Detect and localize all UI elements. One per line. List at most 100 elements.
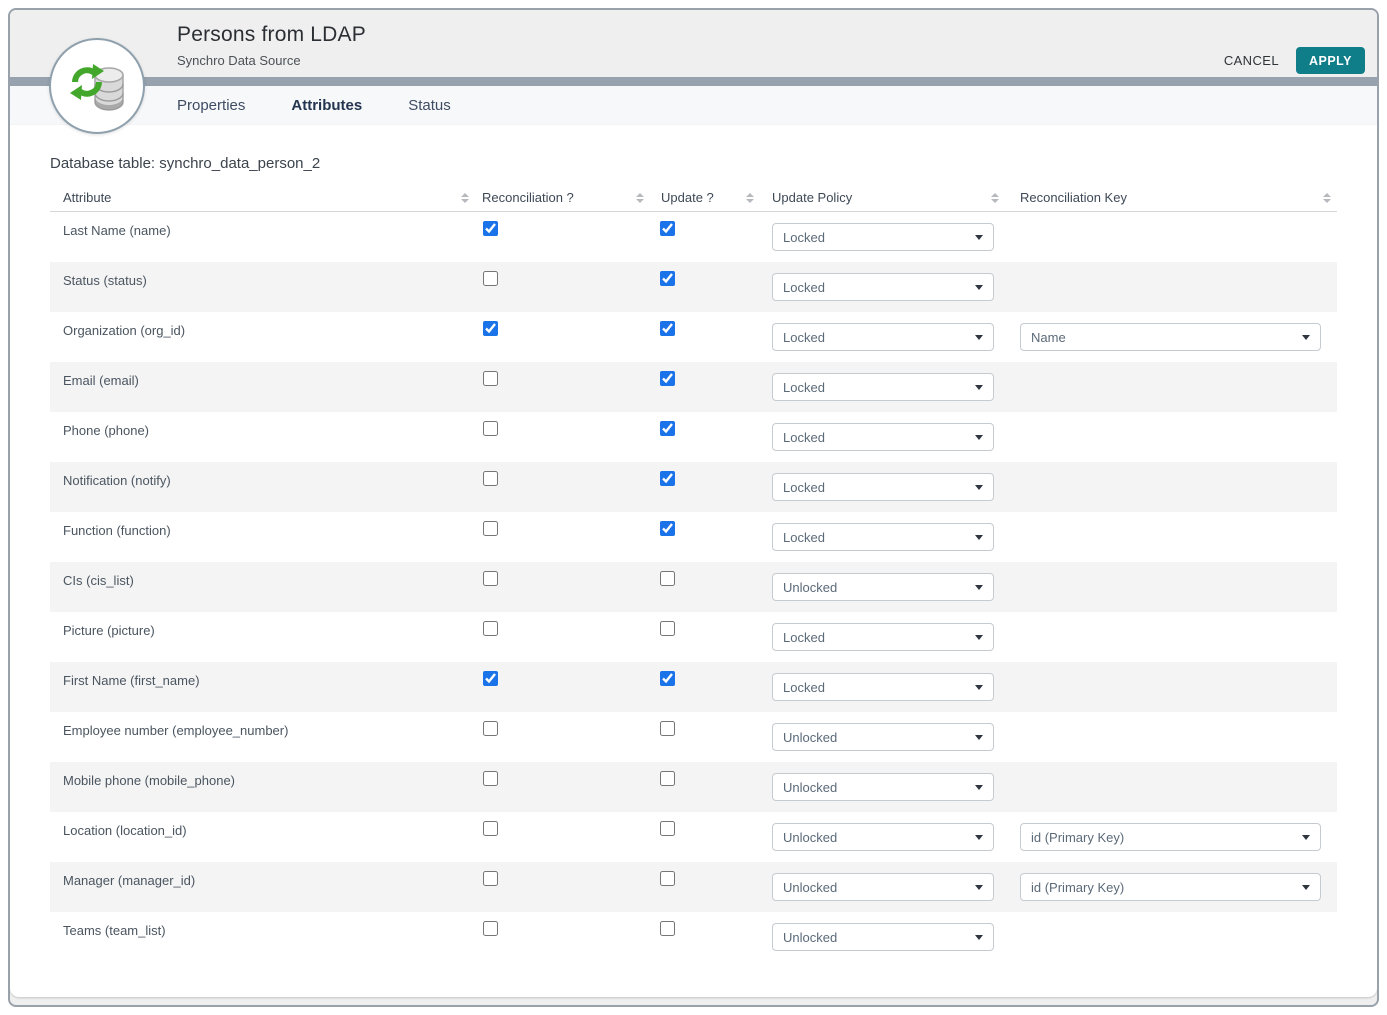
update-checkbox[interactable]	[660, 221, 675, 236]
object-header: Persons from LDAP Synchro Data Source CA…	[10, 10, 1377, 77]
reconciliation-checkbox[interactable]	[483, 671, 498, 686]
update-policy-select[interactable]: Unlocked	[772, 923, 994, 951]
update-checkbox[interactable]	[660, 321, 675, 336]
attribute-cell: Manager (manager_id)	[50, 878, 475, 896]
caret-down-icon	[975, 435, 983, 440]
update-checkbox[interactable]	[660, 821, 675, 836]
update-policy-value: Locked	[783, 380, 825, 395]
update-policy-select[interactable]: Locked	[772, 673, 994, 701]
reconciliation-key-select[interactable]: id (Primary Key)	[1020, 873, 1321, 901]
reconciliation-checkbox[interactable]	[483, 321, 498, 336]
update-policy-cell: Locked	[760, 523, 1005, 551]
update-checkbox[interactable]	[660, 371, 675, 386]
update-checkbox[interactable]	[660, 521, 675, 536]
column-header-attribute[interactable]: Attribute	[50, 184, 475, 211]
update-policy-select[interactable]: Unlocked	[772, 823, 994, 851]
attribute-label: Picture (picture)	[63, 623, 155, 638]
tab-bar: Properties Attributes Status	[10, 86, 1377, 125]
update-checkbox[interactable]	[660, 271, 675, 286]
sort-icon[interactable]	[1323, 193, 1331, 203]
reconciliation-checkbox[interactable]	[483, 271, 498, 286]
update-checkbox[interactable]	[660, 921, 675, 936]
attribute-label: Employee number (employee_number)	[63, 723, 288, 738]
update-checkbox[interactable]	[660, 871, 675, 886]
update-policy-value: Unlocked	[783, 930, 837, 945]
update-policy-value: Locked	[783, 230, 825, 245]
reconciliation-key-select[interactable]: Name	[1020, 323, 1321, 351]
caret-down-icon	[975, 935, 983, 940]
reconciliation-checkbox[interactable]	[483, 921, 498, 936]
column-header-reconciliation[interactable]: Reconciliation ?	[475, 184, 650, 211]
attribute-cell: CIs (cis_list)	[50, 578, 475, 596]
update-policy-select[interactable]: Locked	[772, 273, 994, 301]
tab-properties[interactable]: Properties	[177, 97, 245, 114]
reconciliation-checkbox[interactable]	[483, 371, 498, 386]
caret-down-icon	[1302, 885, 1310, 890]
reconciliation-checkbox[interactable]	[483, 621, 498, 636]
update-checkbox[interactable]	[660, 571, 675, 586]
update-checkbox[interactable]	[660, 621, 675, 636]
reconciliation-cell	[475, 427, 650, 447]
reconciliation-checkbox[interactable]	[483, 771, 498, 786]
update-checkbox[interactable]	[660, 671, 675, 686]
reconciliation-key-select[interactable]: id (Primary Key)	[1020, 823, 1321, 851]
update-policy-cell: Locked	[760, 423, 1005, 451]
reconciliation-checkbox[interactable]	[483, 821, 498, 836]
reconciliation-checkbox[interactable]	[483, 721, 498, 736]
update-checkbox[interactable]	[660, 721, 675, 736]
update-policy-cell: Locked	[760, 223, 1005, 251]
update-policy-select[interactable]: Locked	[772, 373, 994, 401]
update-policy-select[interactable]: Unlocked	[772, 723, 994, 751]
database-table-label: Database table: synchro_data_person_2	[50, 155, 1337, 172]
update-cell	[650, 277, 760, 297]
caret-down-icon	[975, 885, 983, 890]
attribute-cell: Picture (picture)	[50, 628, 475, 646]
tab-attributes[interactable]: Attributes	[291, 97, 362, 114]
apply-button[interactable]: APPLY	[1296, 47, 1365, 74]
sort-icon[interactable]	[461, 193, 469, 203]
update-checkbox[interactable]	[660, 471, 675, 486]
update-cell	[650, 877, 760, 897]
attribute-cell: Phone (phone)	[50, 428, 475, 446]
update-checkbox[interactable]	[660, 421, 675, 436]
update-policy-select[interactable]: Unlocked	[772, 573, 994, 601]
attribute-label: Manager (manager_id)	[63, 873, 195, 888]
update-checkbox[interactable]	[660, 771, 675, 786]
reconciliation-checkbox[interactable]	[483, 471, 498, 486]
reconciliation-checkbox[interactable]	[483, 521, 498, 536]
reconciliation-cell	[475, 677, 650, 697]
reconciliation-key-value: id (Primary Key)	[1031, 830, 1124, 845]
update-policy-select[interactable]: Locked	[772, 323, 994, 351]
column-header-update[interactable]: Update ?	[650, 184, 760, 211]
reconciliation-checkbox[interactable]	[483, 571, 498, 586]
update-policy-select[interactable]: Locked	[772, 473, 994, 501]
update-policy-cell: Locked	[760, 623, 1005, 651]
cancel-button[interactable]: CANCEL	[1224, 53, 1279, 68]
update-cell	[650, 677, 760, 697]
sort-icon[interactable]	[746, 193, 754, 203]
update-policy-select[interactable]: Locked	[772, 623, 994, 651]
update-policy-select[interactable]: Locked	[772, 223, 994, 251]
tab-status[interactable]: Status	[408, 97, 451, 114]
table-row: Picture (picture) Locked	[50, 612, 1337, 662]
update-policy-select[interactable]: Locked	[772, 523, 994, 551]
attribute-cell: Teams (team_list)	[50, 928, 475, 946]
reconciliation-cell	[475, 577, 650, 597]
reconciliation-checkbox[interactable]	[483, 221, 498, 236]
update-policy-select[interactable]: Unlocked	[772, 773, 994, 801]
column-header-reconciliation-key[interactable]: Reconciliation Key	[1005, 184, 1337, 211]
reconciliation-key-value: id (Primary Key)	[1031, 880, 1124, 895]
reconciliation-cell	[475, 277, 650, 297]
update-policy-cell: Unlocked	[760, 923, 1005, 951]
reconciliation-checkbox[interactable]	[483, 871, 498, 886]
update-policy-select[interactable]: Locked	[772, 423, 994, 451]
reconciliation-checkbox[interactable]	[483, 421, 498, 436]
table-row: CIs (cis_list) Unlocked	[50, 562, 1337, 612]
caret-down-icon	[975, 535, 983, 540]
sort-icon[interactable]	[991, 193, 999, 203]
update-policy-select[interactable]: Unlocked	[772, 873, 994, 901]
update-cell	[650, 427, 760, 447]
table-row: Status (status) Locked	[50, 262, 1337, 312]
column-header-update-policy[interactable]: Update Policy	[760, 184, 1005, 211]
sort-icon[interactable]	[636, 193, 644, 203]
